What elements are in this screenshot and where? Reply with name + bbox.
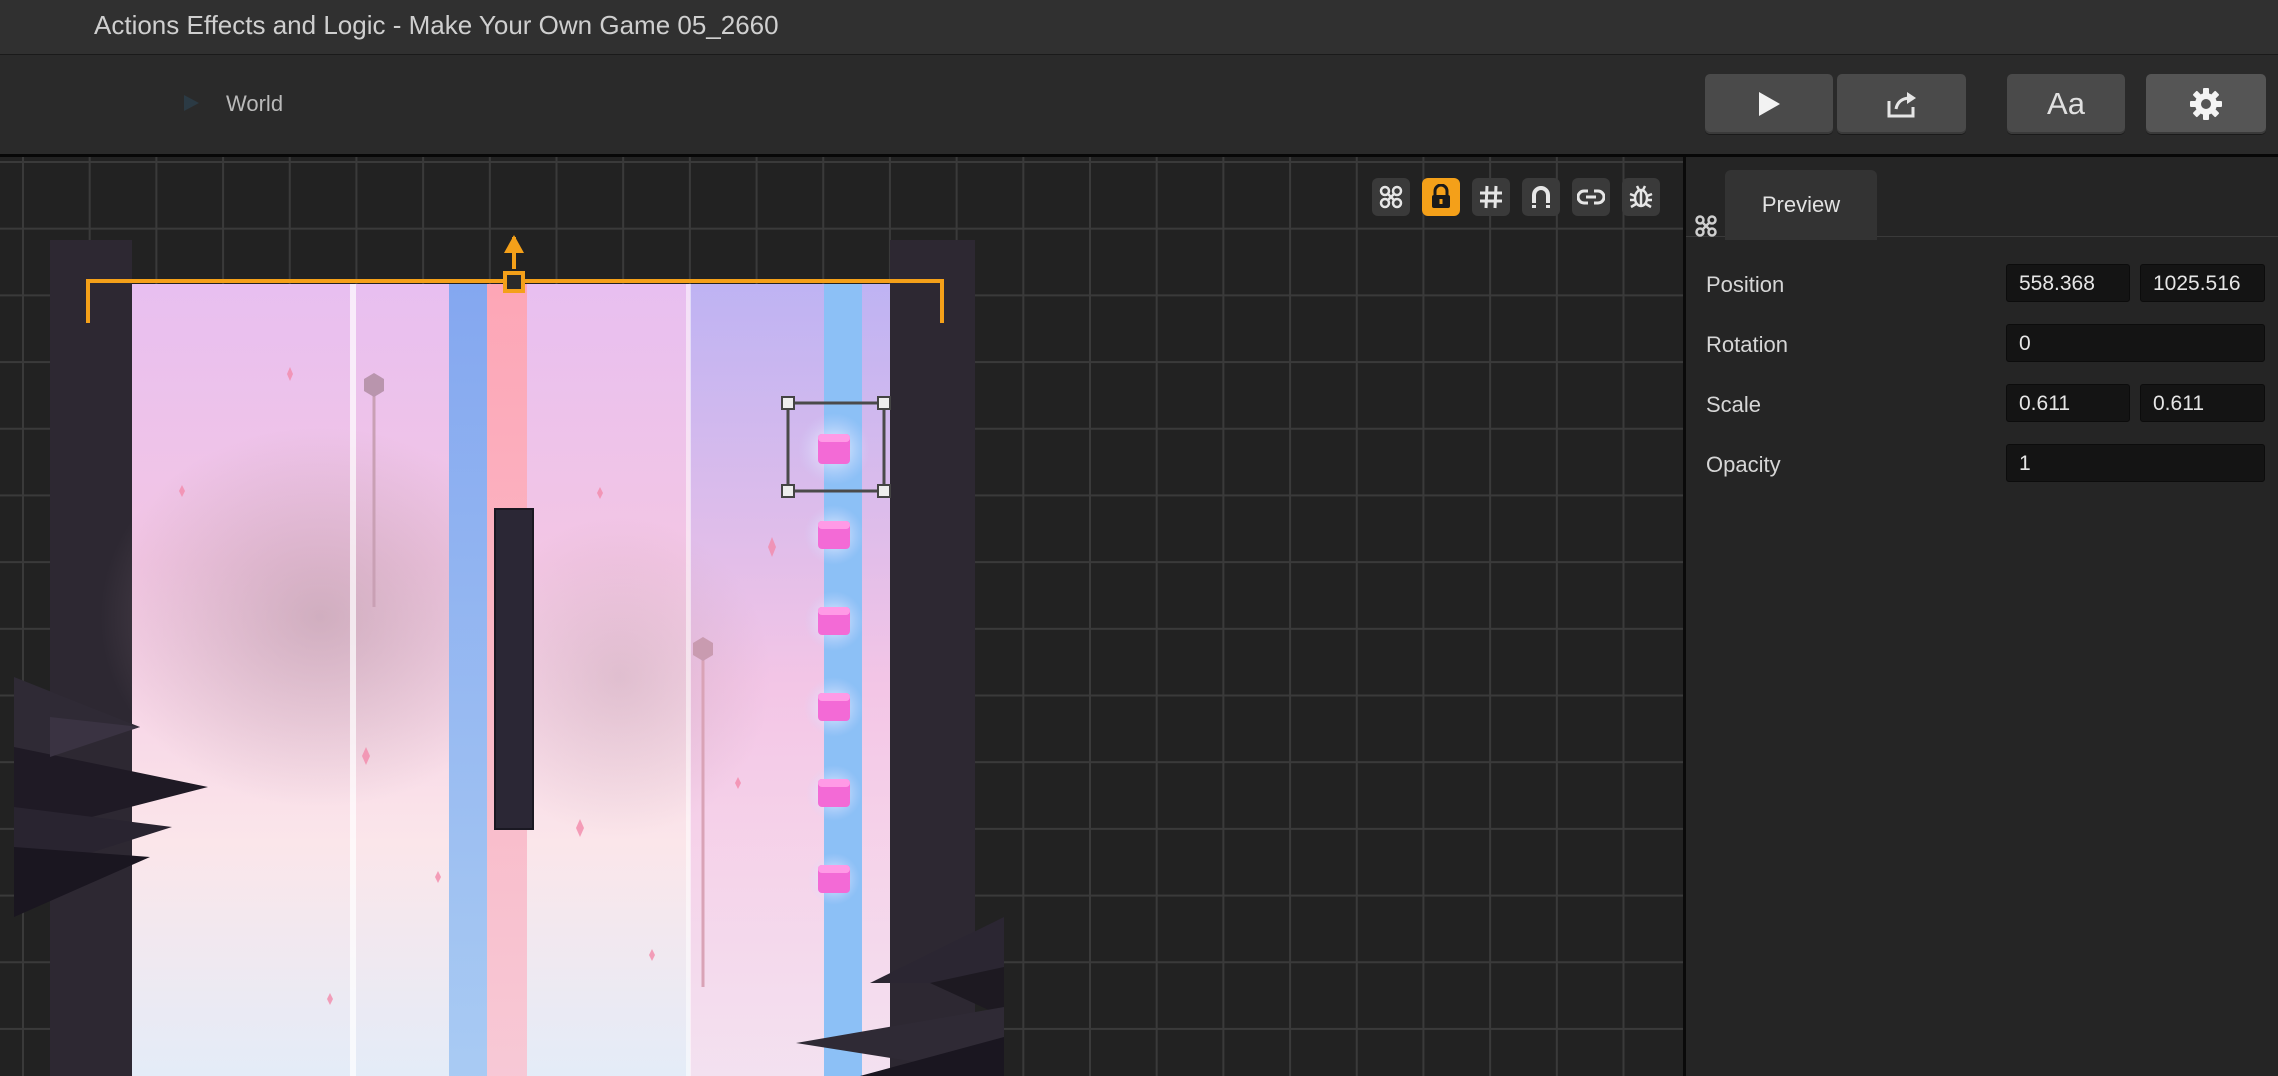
- scene-canvas[interactable]: [0, 157, 1683, 1076]
- main-toolbar: World Aa: [0, 55, 2278, 157]
- position-label: Position: [1706, 272, 1785, 297]
- share-icon: [1887, 92, 1916, 118]
- gear-icon: [2190, 88, 2222, 120]
- rotation-label: Rotation: [1706, 332, 1788, 357]
- grid-icon: [1480, 185, 1502, 209]
- text-button[interactable]: Aa: [2007, 74, 2125, 134]
- lock-tool-button[interactable]: [1422, 178, 1460, 216]
- text-button-label: Aa: [2047, 86, 2085, 121]
- rotation-field[interactable]: 0: [2006, 324, 2265, 362]
- scene-viewport[interactable]: [0, 157, 1683, 1076]
- settings-button[interactable]: [2146, 74, 2266, 134]
- transform-icon: [1379, 185, 1403, 209]
- debug-tool-button[interactable]: [1622, 178, 1660, 216]
- position-x-field[interactable]: 558.368: [2006, 264, 2130, 302]
- opacity-field[interactable]: 1: [2006, 444, 2265, 482]
- pillar-obstacle: [494, 508, 534, 830]
- scale-y-field[interactable]: 0.611: [2140, 384, 2265, 422]
- blue-stripe-left: [449, 284, 487, 1076]
- snap-tool-button[interactable]: [1522, 178, 1560, 216]
- window-title: Actions Effects and Logic - Make Your Ow…: [94, 10, 779, 40]
- play-button[interactable]: [1705, 74, 1833, 134]
- link-icon: [1577, 189, 1605, 205]
- play-arrow-icon: [184, 95, 199, 111]
- grid-tool-button[interactable]: [1472, 178, 1510, 216]
- transform-tool-button[interactable]: [1372, 178, 1410, 216]
- link-tool-button[interactable]: [1572, 178, 1610, 216]
- breadcrumb-world[interactable]: World: [226, 91, 283, 117]
- tab-preview[interactable]: Preview: [1725, 170, 1877, 240]
- transform-icon: [1695, 215, 1717, 237]
- magnet-icon: [1531, 186, 1551, 208]
- title-bar: Actions Effects and Logic - Make Your Ow…: [0, 0, 2278, 55]
- debug-icon: [1629, 185, 1653, 209]
- lock-icon: [1432, 184, 1450, 208]
- share-button[interactable]: [1837, 74, 1966, 134]
- scale-label: Scale: [1706, 392, 1762, 417]
- play-icon: [1759, 92, 1780, 116]
- opacity-label: Opacity: [1706, 452, 1781, 477]
- scale-x-field[interactable]: 0.611: [2006, 384, 2130, 422]
- position-y-field[interactable]: 1025.516: [2140, 264, 2265, 302]
